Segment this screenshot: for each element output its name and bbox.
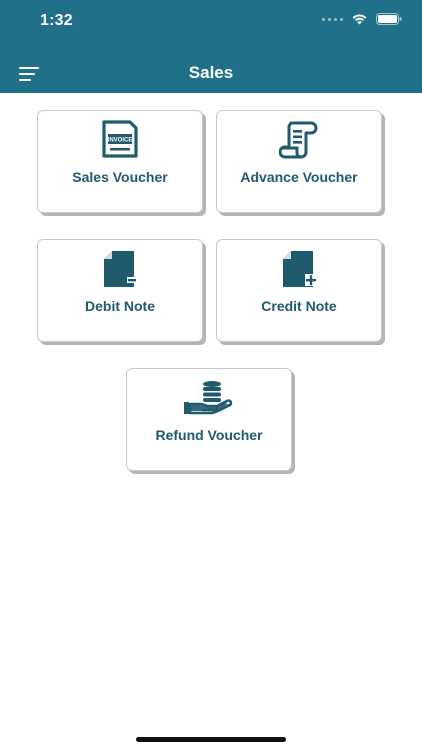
status-icons [322, 13, 402, 25]
advance-voucher-label: Advance Voucher [240, 169, 358, 185]
document-minus-icon [104, 251, 137, 287]
invoice-icon-text: INVOICE [108, 138, 133, 144]
battery-icon [376, 13, 402, 25]
debit-note-label: Debit Note [85, 298, 155, 314]
sales-voucher-card[interactable]: INVOICE Sales Voucher [37, 110, 203, 213]
advance-voucher-card[interactable]: Advance Voucher [216, 110, 382, 213]
invoice-icon: INVOICE [102, 120, 138, 158]
document-plus-icon [283, 251, 317, 287]
credit-note-card[interactable]: Credit Note [216, 239, 382, 342]
refund-voucher-card[interactable]: Refund Voucher [126, 368, 292, 471]
refund-voucher-label: Refund Voucher [155, 427, 263, 443]
hand-coins-icon [184, 381, 233, 415]
receipt-scroll-icon [279, 121, 318, 159]
signal-icon [322, 17, 343, 21]
page-title: Sales [188, 63, 234, 82]
sales-voucher-label: Sales Voucher [72, 169, 168, 185]
wifi-icon [352, 14, 367, 25]
status-time: 1:32 [40, 12, 73, 29]
credit-note-label: Credit Note [261, 298, 337, 314]
debit-note-card[interactable]: Debit Note [37, 239, 203, 342]
home-indicator[interactable] [136, 737, 286, 742]
app-header: 1:32 Sales [0, 0, 422, 93]
